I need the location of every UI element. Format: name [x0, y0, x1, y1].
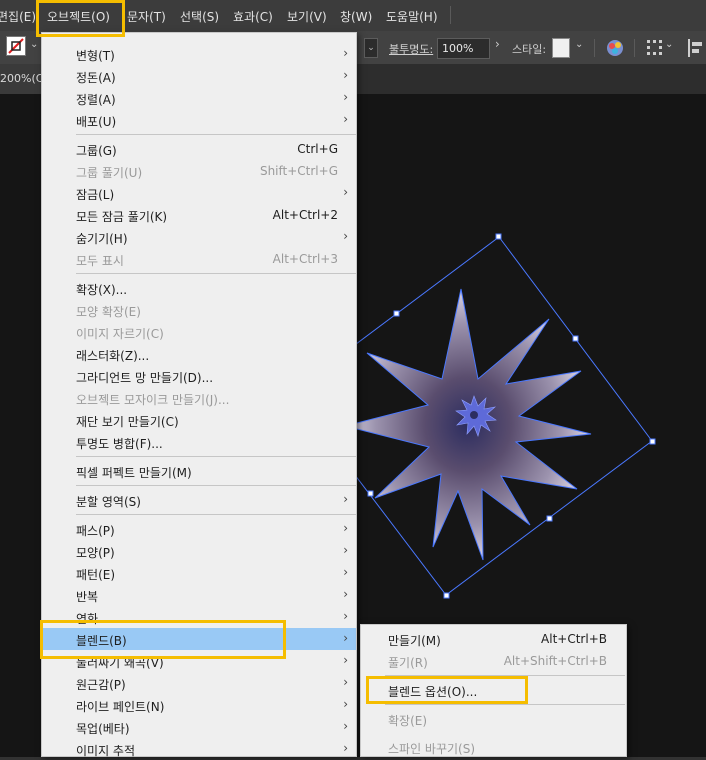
toolbar-separator	[634, 39, 635, 57]
menu-item-distribute[interactable]: 배포(U) ›	[42, 109, 356, 131]
menu-item-intertwine[interactable]: 연화 ›	[42, 606, 356, 628]
menu-object[interactable]: 오브젝트(O)	[47, 8, 110, 25]
submenu-item-blend-make[interactable]: 만들기(M) Alt+Ctrl+B	[361, 628, 626, 650]
style-label: 스타일:	[512, 43, 547, 56]
submenu-arrow-icon: ›	[343, 543, 348, 557]
submenu-arrow-icon: ›	[343, 697, 348, 711]
submenu-arrow-icon: ›	[343, 675, 348, 689]
document-tab[interactable]: 200%(C	[0, 64, 44, 94]
style-dropdown-chevron-icon[interactable]: ⌄	[575, 39, 583, 50]
menu-separator	[76, 134, 356, 135]
opacity-arrow-icon[interactable]: ›	[495, 37, 500, 51]
blend-star-center	[470, 411, 478, 419]
transform-dropdown-chevron-icon[interactable]: ⌄	[665, 39, 673, 50]
menu-separator	[76, 514, 356, 515]
submenu-arrow-icon: ›	[343, 609, 348, 623]
submenu-arrow-icon: ›	[343, 68, 348, 82]
menu-item-expand[interactable]: 확장(X)...	[42, 277, 356, 299]
submenu-item-replace-spine: 스파인 바꾸기(S)	[388, 742, 476, 756]
document-tab-zoom-label: 200%(C	[0, 72, 44, 85]
menu-effect[interactable]: 효과(C)	[233, 8, 273, 25]
menu-edit[interactable]: 편집(E)	[0, 8, 36, 25]
menu-item-transform[interactable]: 변형(T) ›	[42, 43, 356, 65]
submenu-arrow-icon: ›	[343, 587, 348, 601]
submenu-arrow-icon: ›	[343, 492, 348, 506]
menu-item-ungroup: 그룹 풀기(U) Shift+Ctrl+G	[76, 164, 338, 180]
recolor-artwork-icon[interactable]	[605, 38, 625, 58]
menu-item-live-paint[interactable]: 라이브 페인트(N) ›	[42, 694, 356, 716]
menu-item-object-mosaic: 오브젝트 모자이크 만들기(J)...	[76, 393, 230, 407]
transform-grid-icon[interactable]	[646, 39, 664, 57]
menu-bar: 편집(E) 오브젝트(O) 문자(T) 선택(S) 효과(C) 보기(V) 창(…	[0, 0, 706, 32]
menu-item-unlock-all[interactable]: 모든 잠금 풀기(K) Alt+Ctrl+2	[42, 204, 356, 226]
menu-item-flatten-transparency[interactable]: 투명도 병합(F)...	[42, 431, 356, 453]
menu-item-expand-appearance: 모양 확장(E)	[76, 305, 141, 319]
menu-item-pixel-perfect[interactable]: 픽셀 퍼펙트 만들기(M)	[42, 460, 356, 482]
menu-item-path[interactable]: 패스(P) ›	[42, 518, 356, 540]
object-menu: 변형(T) › 정돈(A) › 정렬(A) › 배포(U) › 그룹(G) Ctrl+G …	[41, 32, 357, 758]
menu-item-hide[interactable]: 숨기기(H) ›	[42, 226, 356, 248]
menu-view[interactable]: 보기(V)	[287, 8, 327, 25]
submenu-arrow-icon: ›	[343, 521, 348, 535]
submenu-item-blend-release: 풀기(R) Alt+Shift+Ctrl+B	[388, 654, 607, 670]
submenu-item-blend-expand: 확장(E)	[388, 714, 428, 728]
menu-item-gradient-mesh[interactable]: 그라디언트 망 만들기(D)...	[42, 365, 356, 387]
menu-window[interactable]: 창(W)	[340, 8, 372, 25]
menu-item-show-all: 모두 표시 Alt+Ctrl+3	[76, 252, 338, 268]
opacity-input[interactable]: 100%	[437, 38, 490, 59]
stroke-swatch-icon[interactable]	[6, 36, 26, 56]
menu-separator	[385, 675, 625, 676]
menu-item-lock[interactable]: 잠금(L) ›	[42, 182, 356, 204]
submenu-arrow-icon: ›	[343, 565, 348, 579]
menu-separator	[76, 485, 356, 486]
menu-item-arrange[interactable]: 정돈(A) ›	[42, 65, 356, 87]
submenu-arrow-icon: ›	[343, 90, 348, 104]
menu-item-pattern[interactable]: 패턴(E) ›	[42, 562, 356, 584]
menu-item-slice[interactable]: 분할 영역(S) ›	[42, 489, 356, 511]
menu-separator	[450, 6, 451, 24]
stroke-dropdown-chevron-icon[interactable]: ⌄	[30, 39, 38, 50]
submenu-arrow-icon: ›	[343, 719, 348, 733]
menu-item-align[interactable]: 정렬(A) ›	[42, 87, 356, 109]
menu-item-blend[interactable]: 블렌드(B) ›	[42, 628, 356, 650]
menu-item-trim-view[interactable]: 재단 보기 만들기(C)	[42, 409, 356, 431]
menu-item-shape[interactable]: 모양(P) ›	[42, 540, 356, 562]
style-swatch[interactable]	[552, 38, 570, 58]
blend-submenu: 만들기(M) Alt+Ctrl+B 풀기(R) Alt+Shift+Ctrl+B 블…	[360, 624, 627, 757]
menu-item-repeat[interactable]: 반복 ›	[42, 584, 356, 606]
menu-separator	[76, 273, 356, 274]
menu-item-group[interactable]: 그룹(G) Ctrl+G	[42, 138, 356, 160]
menu-separator	[385, 704, 625, 705]
submenu-arrow-icon: ›	[343, 112, 348, 126]
menu-item-crop-image: 이미지 자르기(C)	[76, 327, 164, 341]
submenu-arrow-icon: ›	[343, 229, 348, 243]
menu-item-perspective[interactable]: 원근감(P) ›	[42, 672, 356, 694]
opacity-dropdown-button[interactable]: ⌄	[364, 38, 378, 58]
menu-select[interactable]: 선택(S)	[180, 8, 219, 25]
submenu-arrow-icon: ›	[343, 185, 348, 199]
submenu-arrow-icon: ›	[343, 46, 348, 60]
menu-item-rasterize[interactable]: 래스터화(Z)...	[42, 343, 356, 365]
submenu-item-blend-options[interactable]: 블렌드 옵션(O)...	[361, 679, 626, 701]
menu-item-mockup[interactable]: 목업(베타) ›	[42, 716, 356, 738]
submenu-arrow-icon: ›	[343, 631, 348, 645]
menu-separator	[76, 456, 356, 457]
menu-type[interactable]: 문자(T)	[127, 8, 166, 25]
opacity-label[interactable]: 불투명도:	[389, 41, 433, 57]
menu-help[interactable]: 도움말(H)	[386, 8, 438, 25]
toolbar-separator	[594, 39, 595, 57]
submenu-arrow-icon: ›	[343, 653, 348, 667]
menu-item-envelope-distort[interactable]: 둘러싸기 왜곡(V) ›	[42, 650, 356, 672]
menu-separator	[38, 6, 39, 24]
submenu-arrow-icon: ›	[343, 741, 348, 755]
align-left-icon[interactable]	[688, 39, 702, 57]
